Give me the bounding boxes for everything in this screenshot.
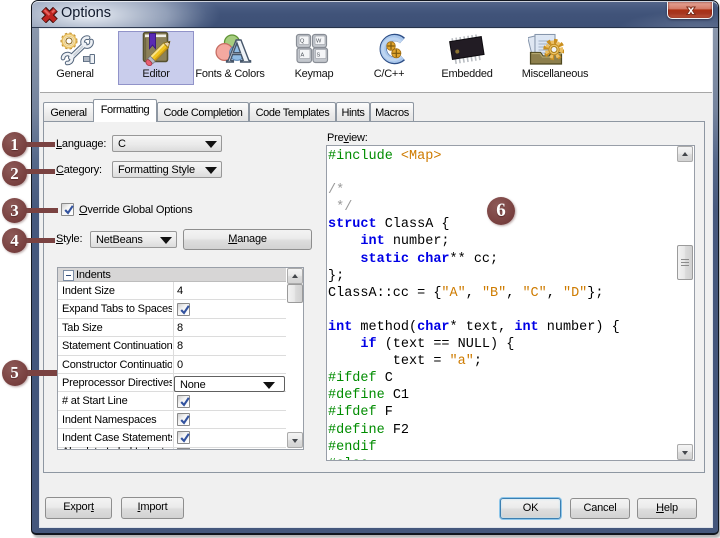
svg-text:S: S <box>317 53 321 59</box>
svg-text:Q: Q <box>300 39 305 45</box>
svg-text:A: A <box>301 53 305 59</box>
svg-text:x: x <box>688 3 695 17</box>
svg-text:A: A <box>226 33 251 64</box>
svg-text:W: W <box>316 39 322 45</box>
